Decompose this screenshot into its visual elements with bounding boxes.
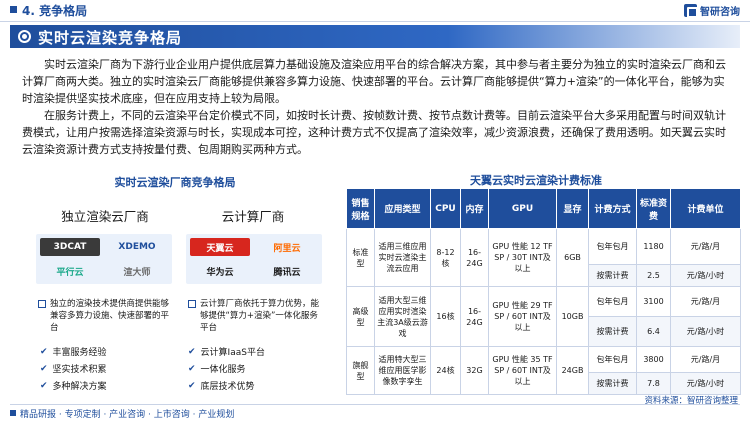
- independent-heading: 独立渲染云厂商: [61, 209, 149, 224]
- logo-tengxunyun: 腾讯云: [273, 267, 301, 278]
- checkbox-icon: [188, 300, 196, 308]
- page-title: 实时云渲染竞争格局: [38, 29, 183, 47]
- table-cell-price: 6.4: [636, 316, 671, 347]
- independent-point: ✔ 丰富服务经验: [40, 346, 107, 359]
- table-cell-unit: 元/路/月: [670, 286, 741, 317]
- table-cell-spec: 旗舰型: [346, 346, 375, 395]
- logo-aliyun: 阿里云: [273, 243, 301, 254]
- cloud-point: ✔ 云计算IaaS平台: [188, 346, 265, 359]
- cloud-heading: 云计算厂商: [221, 209, 285, 224]
- table-cell-price: 3800: [636, 346, 671, 373]
- table-header: GPU: [488, 188, 557, 229]
- table-header: CPU: [430, 188, 461, 229]
- cloud-description-text: 云计算厂商依托于算力优势，能够提供“算力+渲染”一体化服务平台: [200, 299, 320, 333]
- table-row: 高级型 适用大型三维应用实时渲染主流3A级云游戏 16核 16-24G GPU …: [346, 286, 741, 347]
- table-row: 标准型 适用三维应用实时云渲染主流云应用 8-12核 16-24G GPU 性能…: [346, 228, 741, 287]
- section-marker: [10, 6, 17, 13]
- table-cell-vram: 24GB: [556, 346, 589, 395]
- intro-paragraph-1: 实时云渲染厂商为下游行业企业用户提供底层算力基础设施及渲染应用平台的综合解决方案…: [22, 58, 726, 105]
- target-icon: [18, 30, 31, 43]
- table-header: 应用类型: [374, 188, 431, 229]
- table-cell-gpu: GPU 性能 29 TF SP / 60T INT及以上: [488, 286, 557, 347]
- table-cell-cpu: 24核: [430, 346, 461, 395]
- footer-marker: [10, 410, 16, 416]
- logo-tianyiyun: 天翼云: [190, 238, 250, 256]
- logo-pingxingyun: 平行云: [56, 267, 84, 278]
- checkbox-icon: [38, 300, 46, 308]
- table-cell-unit: 元/路/月: [670, 346, 741, 373]
- pricing-table: 销售规格 应用类型 CPU 内存 GPU 显存 计费方式 标准资费 计费单位 标…: [346, 188, 741, 395]
- table-row: 旗舰型 适用特大型三维应用医学影像数字孪生 24核 32G GPU 性能 35 …: [346, 346, 741, 395]
- intro-text: 实时云渲染厂商为下游行业企业用户提供底层算力基础设施及渲染应用平台的综合解决方案…: [22, 56, 734, 158]
- table-cell-method: 包年包月: [588, 346, 637, 373]
- cloud-description: 云计算厂商依托于算力优势，能够提供“算力+渲染”一体化服务平台: [188, 298, 322, 334]
- table-cell-gpu: GPU 性能 12 TF SP / 30T INT及以上: [488, 228, 557, 287]
- table-header: 显存: [556, 188, 589, 229]
- independent-point: ✔ 坚实技术积累: [40, 363, 107, 376]
- table-cell-gpu: GPU 性能 35 TF SP / 60T INT及以上: [488, 346, 557, 395]
- table-cell-price: 2.5: [636, 264, 671, 287]
- intro-paragraph-2: 在服务计费上，不同的云渲染平台定价模式不同，如按时长计费、按帧数计费、按节点数计…: [22, 109, 726, 156]
- logo-xuandashi: 渲大师: [123, 267, 151, 278]
- table-header-row: 销售规格 应用类型 CPU 内存 GPU 显存 计费方式 标准资费 计费单位: [346, 188, 741, 229]
- table-cell-method: 按需计费: [588, 316, 637, 347]
- logo-xdemo: XDEMO: [118, 242, 156, 252]
- table-header: 计费方式: [588, 188, 637, 229]
- source-note: 资料来源：智研咨询整理: [644, 396, 738, 406]
- check-icon: ✔: [40, 380, 48, 391]
- check-icon: ✔: [188, 380, 196, 391]
- cloud-point: ✔ 一体化服务: [188, 363, 246, 376]
- page-banner: 实时云渲染竞争格局: [10, 25, 740, 48]
- table-cell-cpu: 16核: [430, 286, 461, 347]
- footer-divider: [10, 404, 740, 405]
- cloud-point: ✔ 底层技术优势: [188, 380, 255, 393]
- table-cell-method: 包年包月: [588, 228, 637, 265]
- top-bar: 4. 竞争格局 智研咨询: [0, 0, 750, 22]
- table-cell-vram: 10GB: [556, 286, 589, 347]
- page-footer: 精品研报 · 专项定制 · 产业咨询 · 上市咨询 · 产业规划 资料来源：智研…: [0, 396, 750, 422]
- table-cell-mem: 16-24G: [460, 228, 489, 287]
- logo-3dcat: 3DCAT: [40, 238, 100, 256]
- check-icon: ✔: [40, 346, 48, 357]
- table-cell-app: 适用特大型三维应用医学影像数字孪生: [374, 346, 431, 395]
- top-divider: [0, 21, 750, 22]
- brand-logo-icon: [684, 4, 698, 18]
- check-icon: ✔: [188, 363, 196, 374]
- table-cell-price: 3100: [636, 286, 671, 317]
- table-cell-cpu: 8-12核: [430, 228, 461, 287]
- table-cell-unit: 元/路/小时: [670, 372, 741, 395]
- logo-huaweiyun: 华为云: [206, 267, 234, 278]
- left-section-title: 实时云渲染厂商竞争格局: [114, 176, 236, 189]
- table-cell-spec: 高级型: [346, 286, 375, 347]
- footer-text: 精品研报 · 专项定制 · 产业咨询 · 上市咨询 · 产业规划: [20, 410, 235, 420]
- table-cell-spec: 标准型: [346, 228, 375, 287]
- table-cell-mem: 16-24G: [460, 286, 489, 347]
- independent-description: 独立的渲染技术提供商提供能够兼容多算力设施、快速部署的平台: [38, 298, 172, 334]
- table-header: 销售规格: [346, 188, 375, 229]
- table-cell-price: 7.8: [636, 372, 671, 395]
- check-icon: ✔: [188, 346, 196, 357]
- table-header: 内存: [460, 188, 489, 229]
- table-cell-price: 1180: [636, 228, 671, 265]
- table-cell-method: 按需计费: [588, 264, 637, 287]
- independent-description-text: 独立的渲染技术提供商提供能够兼容多算力设施、快速部署的平台: [50, 299, 170, 333]
- brand-logo: 智研咨询: [684, 3, 740, 18]
- table-cell-app: 适用三维应用实时云渲染主流云应用: [374, 228, 431, 287]
- table-cell-unit: 元/路/小时: [670, 264, 741, 287]
- independent-point: ✔ 多种解决方案: [40, 380, 107, 393]
- check-icon: ✔: [40, 363, 48, 374]
- table-header: 计费单位: [670, 188, 741, 229]
- section-title: 4. 竞争格局: [22, 4, 88, 18]
- right-section-title: 天翼云实时云渲染计费标准: [470, 174, 602, 187]
- table-cell-mem: 32G: [460, 346, 489, 395]
- table-cell-app: 适用大型三维应用实时渲染主流3A级云游戏: [374, 286, 431, 347]
- table-cell-method: 包年包月: [588, 286, 637, 317]
- table-cell-unit: 元/路/小时: [670, 316, 741, 347]
- table-cell-vram: 6GB: [556, 228, 589, 287]
- table-header: 标准资费: [636, 188, 671, 229]
- table-cell-unit: 元/路/月: [670, 228, 741, 265]
- brand-logo-text: 智研咨询: [700, 7, 740, 18]
- table-cell-method: 按需计费: [588, 372, 637, 395]
